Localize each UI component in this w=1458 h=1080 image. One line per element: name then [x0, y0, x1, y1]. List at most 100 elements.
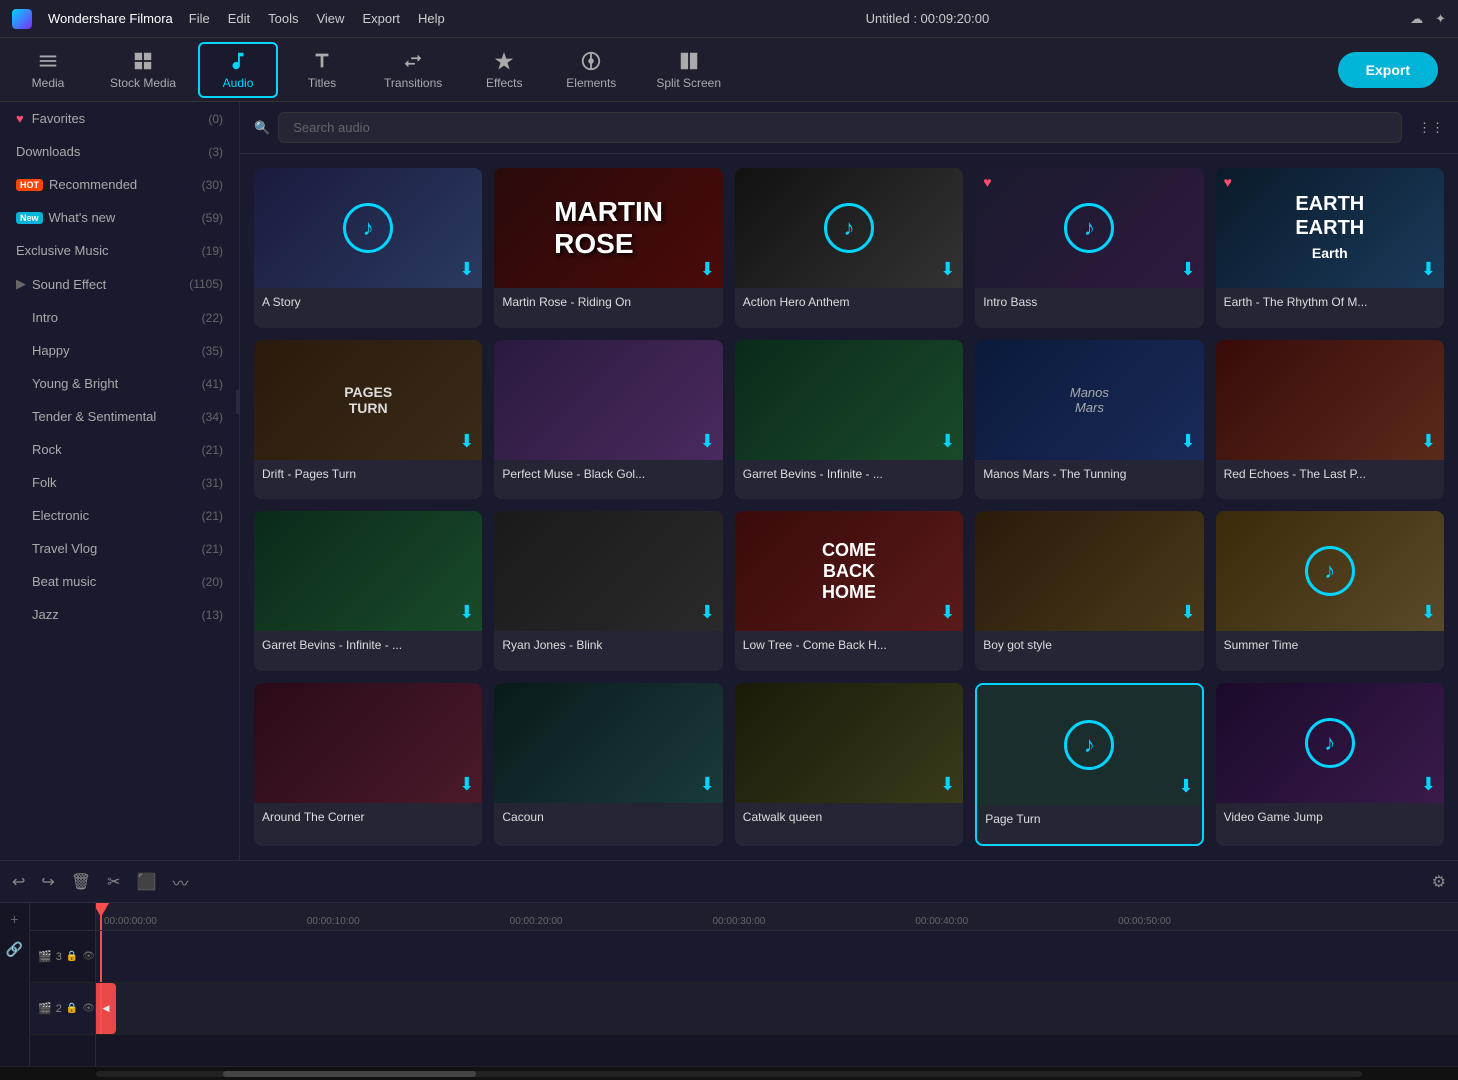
audio-card-around[interactable]: ⬇Around The Corner: [254, 683, 482, 847]
audio-card-perfectmuse[interactable]: ⬇Perfect Muse - Black Gol...: [494, 340, 722, 500]
redo-button[interactable]: ↪: [41, 872, 54, 892]
sidebar-item-travel[interactable]: Travel Vlog (21): [0, 532, 239, 565]
audio-card-earth[interactable]: EARTHEARTHEarth♥⬇Earth - The Rhythm Of M…: [1216, 168, 1444, 328]
audio-card-label: Drift - Pages Turn: [254, 460, 482, 488]
audio-settings-button[interactable]: 〰: [172, 870, 188, 894]
track-2-lock-icon[interactable]: 🔒: [66, 1003, 78, 1014]
download-icon[interactable]: ⬇: [700, 602, 715, 623]
menu-export[interactable]: Export: [362, 11, 400, 26]
timeline-settings-button[interactable]: ⚙: [1432, 872, 1446, 892]
sidebar-count-happy: (35): [202, 344, 223, 358]
sidebar-item-rock[interactable]: Rock (21): [0, 433, 239, 466]
audio-card-summer[interactable]: ♪⬇Summer Time: [1216, 511, 1444, 671]
audio-card-redechoes[interactable]: ⬇Red Echoes - The Last P...: [1216, 340, 1444, 500]
sidebar-item-downloads[interactable]: Downloads (3): [0, 135, 239, 168]
delete-button[interactable]: 🗑: [71, 872, 91, 892]
transitions-tab[interactable]: Transitions: [366, 44, 460, 96]
download-icon[interactable]: ⬇: [940, 431, 955, 452]
audio-tab[interactable]: Audio: [198, 42, 278, 98]
media-tab[interactable]: Media: [8, 44, 88, 96]
sidebar-item-jazz[interactable]: Jazz (13): [0, 598, 239, 631]
audio-card-catwalk[interactable]: ⬇Catwalk queen: [735, 683, 963, 847]
menu-file[interactable]: File: [189, 11, 210, 26]
audio-card-pageturn2[interactable]: ♪⬇Page Turn: [975, 683, 1203, 847]
audio-card-lowtree[interactable]: COMEBACKHOME⬇Low Tree - Come Back H...: [735, 511, 963, 671]
audio-card-pagesturn[interactable]: PAGESTURN⬇Drift - Pages Turn: [254, 340, 482, 500]
download-icon[interactable]: ⬇: [459, 602, 474, 623]
download-icon[interactable]: ⬇: [1179, 776, 1194, 797]
audio-card-garret[interactable]: ⬇Garret Bevins - Infinite - ...: [735, 340, 963, 500]
download-icon[interactable]: ⬇: [700, 774, 715, 795]
scrollbar-thumb[interactable]: [223, 1071, 476, 1077]
download-icon[interactable]: ⬇: [940, 259, 955, 280]
sidebar-count-sound-effect: (1105): [189, 277, 223, 291]
elements-tab[interactable]: Elements: [548, 44, 634, 96]
track-row-3[interactable]: [96, 931, 1458, 983]
undo-button[interactable]: ↩: [12, 872, 25, 892]
sidebar-item-intro[interactable]: Intro (22): [0, 301, 239, 334]
sidebar-item-young-bright[interactable]: Young & Bright (41): [0, 367, 239, 400]
sidebar-item-favorites[interactable]: ♥ Favorites (0): [0, 102, 239, 135]
sidebar-collapse-button[interactable]: ◀: [236, 390, 240, 414]
sidebar-item-beat[interactable]: Beat music (20): [0, 565, 239, 598]
download-icon[interactable]: ⬇: [1421, 774, 1436, 795]
sidebar-item-electronic[interactable]: Electronic (21): [0, 499, 239, 532]
settings-icon[interactable]: ✦: [1435, 11, 1446, 27]
audio-card-manos[interactable]: ManosMars⬇Manos Mars - The Tunning: [975, 340, 1203, 500]
download-icon[interactable]: ⬇: [459, 431, 474, 452]
download-icon[interactable]: ⬇: [1421, 431, 1436, 452]
link-icon[interactable]: 🔗: [6, 941, 23, 958]
download-icon[interactable]: ⬇: [1421, 259, 1436, 280]
audio-card-action[interactable]: ♪⬇Action Hero Anthem: [735, 168, 963, 328]
audio-card-videogame[interactable]: ♪⬇Video Game Jump: [1216, 683, 1444, 847]
download-icon[interactable]: ⬇: [940, 602, 955, 623]
track-2-eye-icon[interactable]: 👁: [82, 1003, 95, 1014]
stock-media-tab[interactable]: Stock Media: [92, 44, 194, 96]
audio-card-ryan[interactable]: ⬇Ryan Jones - Blink: [494, 511, 722, 671]
download-icon[interactable]: ⬇: [940, 774, 955, 795]
audio-card-label: Intro Bass: [975, 288, 1203, 316]
audio-card-story[interactable]: ♪⬇A Story: [254, 168, 482, 328]
grid-toggle-icon[interactable]: ⋮⋮: [1418, 120, 1444, 136]
audio-card-label: Cacoun: [494, 803, 722, 831]
download-icon[interactable]: ⬇: [700, 431, 715, 452]
track-3-eye-icon[interactable]: 👁: [82, 951, 95, 962]
audio-card-intro[interactable]: ♪♥⬇Intro Bass: [975, 168, 1203, 328]
sidebar-item-sound-effect[interactable]: ▶ Sound Effect (1105): [0, 267, 239, 301]
menu-tools[interactable]: Tools: [268, 11, 298, 26]
sidebar-item-recommended[interactable]: HOT Recommended (30): [0, 168, 239, 201]
track-3-lock-icon[interactable]: 🔒: [66, 951, 78, 962]
sidebar-item-whats-new[interactable]: New What's new (59): [0, 201, 239, 234]
menu-help[interactable]: Help: [418, 11, 445, 26]
track-row-2[interactable]: ◀: [96, 983, 1458, 1035]
menu-view[interactable]: View: [316, 11, 344, 26]
playhead-track2: [100, 983, 102, 1034]
sidebar-item-tender[interactable]: Tender & Sentimental (34): [0, 400, 239, 433]
audio-card-garret2[interactable]: ⬇Garret Bevins - Infinite - ...: [254, 511, 482, 671]
sidebar-item-exclusive[interactable]: Exclusive Music (19): [0, 234, 239, 267]
sidebar-item-happy[interactable]: Happy (35): [0, 334, 239, 367]
split-screen-tab[interactable]: Split Screen: [638, 44, 739, 96]
download-icon[interactable]: ⬇: [1421, 602, 1436, 623]
export-button[interactable]: Export: [1338, 52, 1438, 88]
download-icon[interactable]: ⬇: [1181, 602, 1196, 623]
effects-tab[interactable]: Effects: [464, 44, 544, 96]
add-track-icon[interactable]: +: [10, 911, 18, 927]
download-icon[interactable]: ⬇: [459, 259, 474, 280]
playhead-line: [100, 903, 102, 930]
audio-card-cacoun[interactable]: ⬇ Cacoun: [494, 683, 722, 847]
cut-button[interactable]: ✂: [107, 872, 120, 892]
download-icon[interactable]: ⬇: [459, 774, 474, 795]
color-button[interactable]: ⬛: [137, 872, 157, 892]
main-layout: ♥ Favorites (0) Downloads (3) HOT Recomm…: [0, 102, 1458, 860]
menu-edit[interactable]: Edit: [228, 11, 250, 26]
titles-tab[interactable]: Titles: [282, 44, 362, 96]
sidebar-item-folk[interactable]: Folk (31): [0, 466, 239, 499]
download-icon[interactable]: ⬇: [1181, 431, 1196, 452]
download-icon[interactable]: ⬇: [1181, 259, 1196, 280]
download-icon[interactable]: ⬇: [700, 259, 715, 280]
audio-card-boy[interactable]: ⬇Boy got style: [975, 511, 1203, 671]
search-input[interactable]: [278, 112, 1402, 143]
audio-card-martin[interactable]: MARTINROSE⬇Martin Rose - Riding On: [494, 168, 722, 328]
cloud-icon[interactable]: ☁: [1410, 11, 1423, 27]
